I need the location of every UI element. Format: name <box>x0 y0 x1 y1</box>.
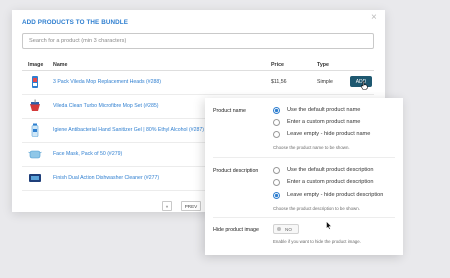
radio-unselected[interactable] <box>273 167 280 174</box>
radio-selected[interactable] <box>273 192 280 199</box>
hide-image-hint: Enable if you want to hide the product i… <box>273 239 361 244</box>
product-name-link[interactable]: Vileda Clean Turbo Microfibre Mop Set (#… <box>53 103 158 109</box>
product-name-link[interactable]: 3 Pack Vileda Mop Replacement Heads (#28… <box>53 79 161 85</box>
product-name-link[interactable]: Face Mask, Pack of 50 (#279) <box>53 151 122 157</box>
hide-image-toggle[interactable]: NO <box>273 224 299 234</box>
dishwasher-cleaner-icon <box>29 174 41 182</box>
mop-set-icon <box>30 99 40 111</box>
section-divider <box>213 157 395 158</box>
face-mask-icon <box>28 150 42 159</box>
radio-selected[interactable] <box>273 107 280 114</box>
section-divider <box>213 217 395 218</box>
arrow-cursor-icon <box>326 221 332 230</box>
hide-image-label: Hide product image <box>213 227 259 233</box>
product-name-link[interactable]: Igiene Antibacterial Hand Sanitizer Gel … <box>53 127 204 133</box>
hand-cursor-icon <box>361 81 368 90</box>
modal-title: ADD PRODUCTS TO THE BUNDLE <box>22 19 129 26</box>
product-price: $11,56 <box>271 79 287 85</box>
product-type: Simple <box>317 79 333 85</box>
mop-heads-icon <box>32 76 38 88</box>
radio-unselected[interactable] <box>273 131 280 138</box>
first-page-button[interactable]: « <box>162 201 172 211</box>
column-header-name: Name <box>53 62 68 68</box>
column-header-price: Price <box>271 62 284 68</box>
toggle-label: NO <box>285 226 292 232</box>
close-icon[interactable]: × <box>371 13 377 23</box>
product-description-label: Product description <box>213 168 259 174</box>
product-name-link[interactable]: Finish Dual Action Dishwasher Cleaner (#… <box>53 175 159 181</box>
toggle-knob <box>277 227 281 231</box>
column-header-type: Type <box>317 62 329 68</box>
product-settings-panel: Product name Use the default product nam… <box>205 98 403 255</box>
product-description-hint: Choose the product description to be sho… <box>273 206 360 211</box>
table-row: 3 Pack Vileda Mop Replacement Heads (#28… <box>22 71 374 95</box>
sanitizer-icon <box>31 123 39 137</box>
radio-unselected[interactable] <box>273 119 280 126</box>
prev-page-button[interactable]: PREV <box>181 201 201 211</box>
product-name-label: Product name <box>213 108 246 114</box>
radio-unselected[interactable] <box>273 179 280 186</box>
product-name-hint: Choose the product name to be shown. <box>273 145 350 150</box>
product-search-input[interactable] <box>22 33 374 49</box>
column-header-image: Image <box>28 62 44 68</box>
